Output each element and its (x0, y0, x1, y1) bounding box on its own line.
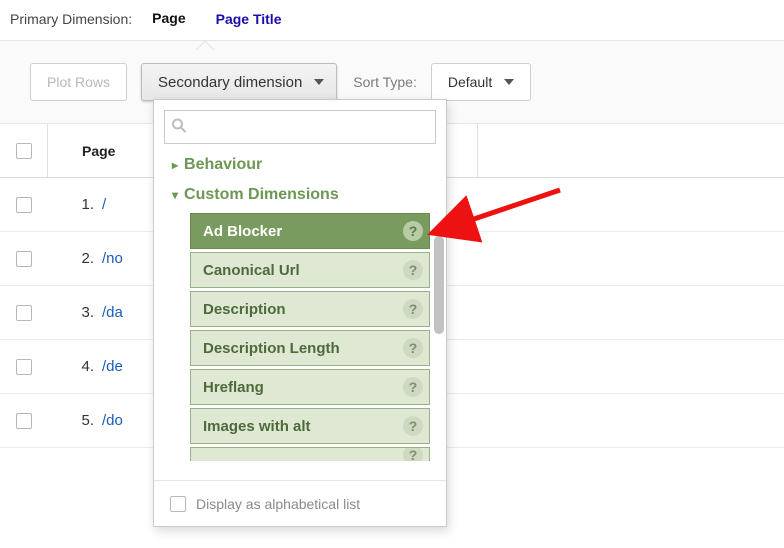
help-icon[interactable]: ? (403, 299, 423, 319)
tab-page-title[interactable]: Page Title (210, 9, 288, 29)
dimension-search (164, 110, 436, 144)
help-icon[interactable]: ? (403, 416, 423, 436)
secondary-dimension-dropdown[interactable]: Secondary dimension (141, 63, 337, 101)
row-checkbox[interactable] (16, 305, 32, 321)
select-all-checkbox[interactable] (16, 143, 32, 159)
tab-page[interactable]: Page (146, 8, 191, 30)
dimension-search-input[interactable] (164, 110, 436, 144)
help-icon[interactable]: ? (403, 338, 423, 358)
row-checkbox[interactable] (16, 413, 32, 429)
dimension-label: Images with alt (203, 418, 311, 435)
sort-type-label: Sort Type: (353, 74, 417, 90)
primary-dimension-tabs: Page Page Title (146, 8, 287, 30)
help-icon[interactable]: ? (403, 447, 423, 461)
row-index: 1. (48, 178, 102, 231)
row-index: 5. (48, 394, 102, 447)
dimension-label: Description (203, 301, 286, 318)
alphabetical-label: Display as alphabetical list (196, 496, 360, 512)
search-icon (171, 118, 187, 137)
sort-type-dropdown[interactable]: Default (431, 63, 531, 101)
group-label: Custom Dimensions (184, 186, 339, 204)
row-index: 4. (48, 340, 102, 393)
sort-type-value: Default (448, 74, 492, 90)
dimension-label: Ad Blocker (203, 223, 282, 240)
row-index: 2. (48, 232, 102, 285)
help-icon[interactable]: ? (403, 377, 423, 397)
caret-down-icon (504, 79, 514, 85)
caret-down-icon (314, 79, 324, 85)
dimension-images-with-alt[interactable]: Images with alt ? (190, 408, 430, 444)
help-icon[interactable]: ? (403, 260, 423, 280)
secondary-dimension-label: Secondary dimension (158, 74, 302, 91)
active-tab-pointer-icon (195, 40, 215, 50)
row-checkbox[interactable] (16, 197, 32, 213)
secondary-dimension-popover: ▸ Behaviour ▾ Custom Dimensions Ad Block… (153, 99, 447, 527)
group-custom-dimensions[interactable]: ▾ Custom Dimensions (172, 180, 430, 210)
plot-rows-button[interactable]: Plot Rows (30, 63, 127, 101)
alphabetical-checkbox[interactable] (170, 496, 186, 512)
row-checkbox[interactable] (16, 251, 32, 267)
dimension-label: Description Length (203, 340, 340, 357)
primary-dimension-bar: Primary Dimension: Page Page Title (0, 0, 784, 41)
triangle-down-icon: ▾ (172, 188, 178, 202)
dimension-label: Canonical Url (203, 262, 300, 279)
column-header-rest (478, 124, 784, 177)
popover-footer: Display as alphabetical list (154, 480, 446, 526)
scrollbar-thumb[interactable] (434, 236, 444, 334)
dimension-canonical-url[interactable]: Canonical Url ? (190, 252, 430, 288)
dimension-description-length[interactable]: Description Length ? (190, 330, 430, 366)
row-checkbox[interactable] (16, 359, 32, 375)
primary-dimension-label: Primary Dimension: (10, 11, 132, 27)
dimension-label: Hreflang (203, 379, 264, 396)
group-behaviour[interactable]: ▸ Behaviour (172, 150, 430, 180)
custom-dimensions-items: Ad Blocker ? Canonical Url ? Description… (172, 213, 430, 461)
group-label: Behaviour (184, 156, 262, 174)
triangle-right-icon: ▸ (172, 158, 178, 172)
dimension-list-scroll[interactable]: ▸ Behaviour ▾ Custom Dimensions Ad Block… (154, 150, 446, 480)
help-icon[interactable]: ? (403, 221, 423, 241)
dimension-description[interactable]: Description ? (190, 291, 430, 327)
dimension-hreflang[interactable]: Hreflang ? (190, 369, 430, 405)
row-index: 3. (48, 286, 102, 339)
dimension-item-partial[interactable]: ? (190, 447, 430, 461)
dimension-ad-blocker[interactable]: Ad Blocker ? (190, 213, 430, 249)
header-checkbox-cell (0, 124, 48, 177)
